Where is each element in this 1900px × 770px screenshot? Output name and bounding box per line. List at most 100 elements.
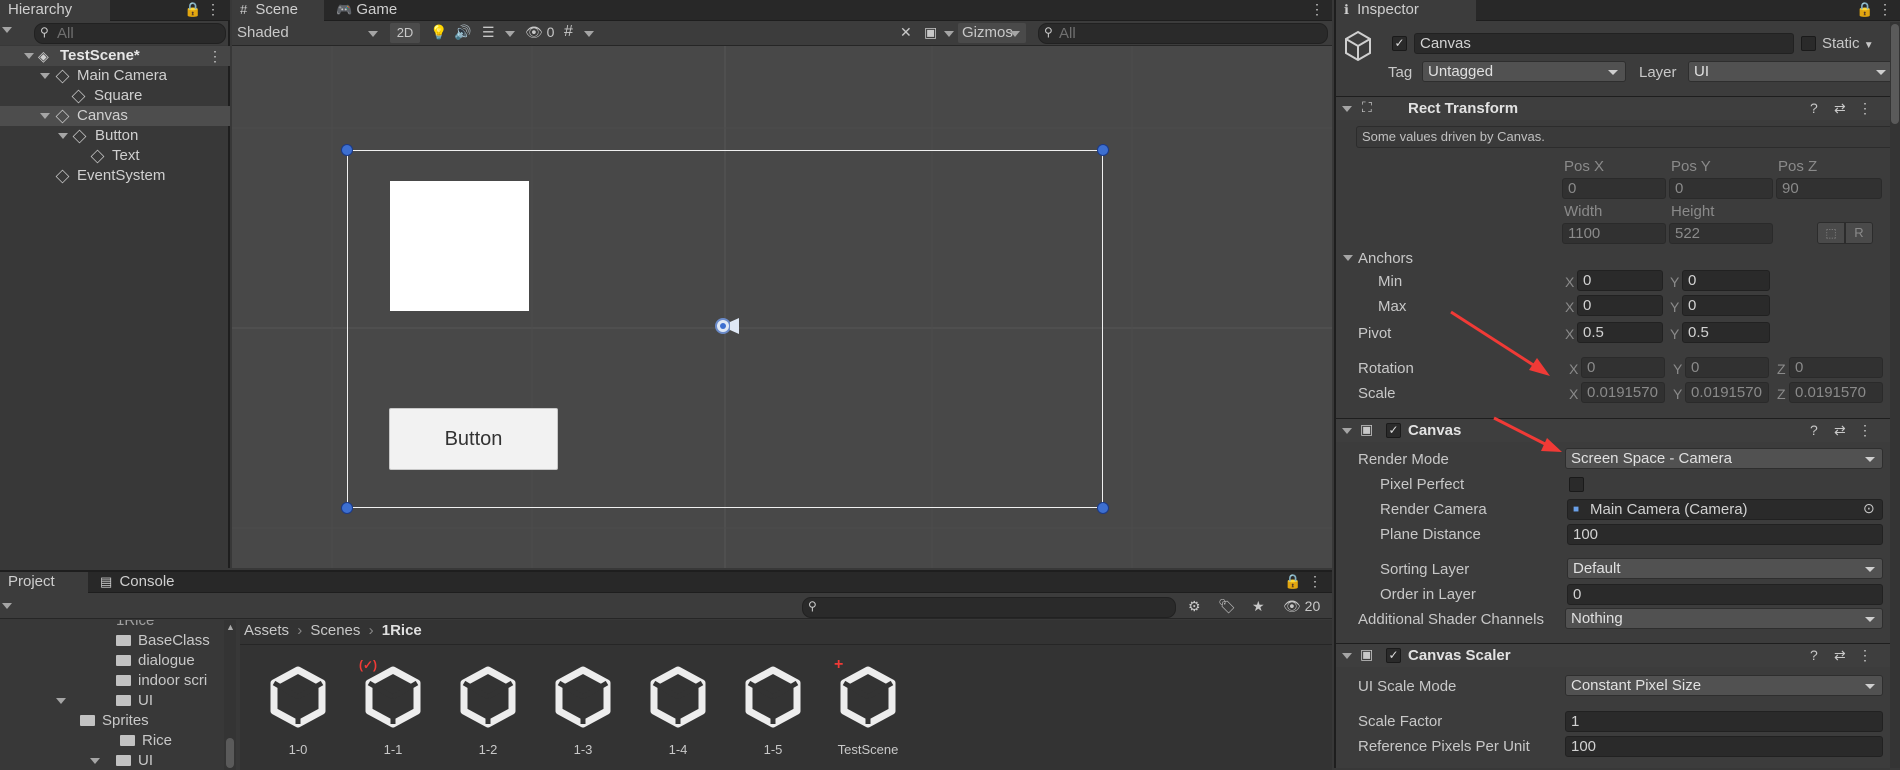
rect-handle-bottom-right[interactable] xyxy=(1097,502,1109,514)
expand-icon[interactable] xyxy=(56,698,66,704)
tools-icon[interactable]: ✕ xyxy=(900,24,912,41)
reference-ppu-field[interactable]: 100 xyxy=(1565,736,1883,757)
sorting-layer-dropdown[interactable]: Default xyxy=(1567,558,1883,579)
help-icon[interactable]: ? xyxy=(1810,100,1818,116)
pivot-y-field[interactable]: 0.5 xyxy=(1682,322,1770,343)
chevron-down-icon[interactable] xyxy=(1010,31,1020,37)
canvas-enabled-checkbox[interactable]: ✓ xyxy=(1386,423,1401,438)
grid-snap-icon[interactable]: # xyxy=(564,23,573,41)
more-menu-icon[interactable]: ⋮ xyxy=(1310,1,1324,18)
anchor-min-x-field[interactable]: 0 xyxy=(1577,270,1663,291)
favorites-star-icon[interactable]: ★ xyxy=(1252,598,1265,615)
more-menu-icon[interactable]: ⋮ xyxy=(1878,1,1892,18)
render-mode-dropdown[interactable]: Screen Space - Camera xyxy=(1565,448,1883,469)
preset-icon[interactable]: ⇄ xyxy=(1834,100,1846,117)
hidden-packages-toggle[interactable]: 👁 20 xyxy=(1283,598,1320,615)
tree-item-ui[interactable]: UI xyxy=(116,692,153,709)
canvas-scaler-enabled-checkbox[interactable]: ✓ xyxy=(1386,648,1401,663)
object-name-field[interactable]: Canvas xyxy=(1414,33,1794,54)
breadcrumb-1rice[interactable]: 1Rice xyxy=(382,622,422,639)
anchor-max-x-field[interactable]: 0 xyxy=(1577,295,1663,316)
more-menu-icon[interactable]: ⋮ xyxy=(208,46,222,66)
lock-icon[interactable]: 🔒 xyxy=(1284,573,1301,590)
audio-toggle-icon[interactable]: 🔊 xyxy=(454,24,471,41)
canvas-component-header[interactable]: ▣ ✓ Canvas ? ⇄ ⋮ xyxy=(1336,418,1900,442)
breadcrumb-scenes[interactable]: Scenes xyxy=(310,622,360,639)
square-sprite[interactable] xyxy=(390,181,529,311)
tab-inspector[interactable]: ℹ Inspector xyxy=(1336,0,1476,21)
render-camera-field[interactable]: Main Camera (Camera) xyxy=(1567,499,1883,520)
scene-search-input[interactable]: All xyxy=(1038,23,1328,44)
scale-factor-field[interactable]: 1 xyxy=(1565,711,1883,732)
shading-mode-dropdown[interactable]: Shaded xyxy=(232,22,382,44)
preset-icon[interactable]: ⇄ xyxy=(1834,422,1846,439)
hierarchy-item-button[interactable]: Button xyxy=(0,126,230,146)
hierarchy-item-square[interactable]: Square xyxy=(0,86,230,106)
pivot-x-field[interactable]: 0.5 xyxy=(1577,322,1663,343)
tree-item-baseclass[interactable]: BaseClass xyxy=(116,632,210,649)
object-picker-icon[interactable]: ⊙ xyxy=(1863,500,1875,517)
rect-handle-top-left[interactable] xyxy=(341,144,353,156)
lock-icon[interactable]: 🔒 xyxy=(1856,1,1873,18)
inspector-scrollbar[interactable] xyxy=(1890,22,1900,768)
asset-tile[interactable]: 1-0 xyxy=(258,664,338,764)
raw-edit-button[interactable]: R xyxy=(1845,222,1873,244)
search-by-label-icon[interactable]: 🏷 xyxy=(1218,598,1236,615)
more-menu-icon[interactable]: ⋮ xyxy=(1858,100,1872,117)
more-menu-icon[interactable]: ⋮ xyxy=(1858,422,1872,439)
breadcrumb-assets[interactable]: Assets xyxy=(244,622,289,639)
tree-item-indoor-scripts[interactable]: indoor scri xyxy=(116,672,207,689)
more-menu-icon[interactable]: ⋮ xyxy=(1308,573,1322,590)
camera-settings-icon[interactable]: ▣ xyxy=(924,24,937,41)
asset-tile[interactable]: 1-3 xyxy=(543,664,623,764)
tree-item-sprites[interactable]: Sprites xyxy=(80,712,149,729)
scene-viewport[interactable]: Button xyxy=(232,46,1332,568)
hierarchy-item-eventsystem[interactable]: EventSystem xyxy=(0,166,230,186)
asset-tile[interactable]: 1-2 xyxy=(448,664,528,764)
layer-dropdown[interactable]: UI xyxy=(1688,61,1894,82)
tab-game[interactable]: 🎮 Game xyxy=(328,0,418,21)
ui-scale-mode-dropdown[interactable]: Constant Pixel Size xyxy=(1565,675,1883,696)
order-in-layer-field[interactable]: 0 xyxy=(1567,584,1883,605)
tree-item-ui-sprites[interactable]: UI xyxy=(116,752,153,769)
asset-tile[interactable]: 1-5 xyxy=(733,664,813,764)
anchor-max-y-field[interactable]: 0 xyxy=(1682,295,1770,316)
tab-hierarchy[interactable]: Hierarchy xyxy=(0,0,110,21)
project-search-input[interactable] xyxy=(802,597,1176,618)
chevron-down-icon[interactable] xyxy=(2,603,12,609)
toggle-2d-button[interactable]: 2D xyxy=(390,23,420,43)
hierarchy-search-input[interactable]: All xyxy=(34,23,226,44)
blueprint-mode-button[interactable]: ⬚ xyxy=(1817,222,1845,244)
pixel-perfect-checkbox[interactable] xyxy=(1569,477,1584,492)
collapse-icon[interactable] xyxy=(1343,255,1353,261)
camera-gizmo-icon[interactable] xyxy=(712,315,740,337)
rect-handle-bottom-left[interactable] xyxy=(341,502,353,514)
static-checkbox[interactable] xyxy=(1801,36,1816,51)
hierarchy-item-main-camera[interactable]: Main Camera xyxy=(0,66,230,86)
static-dropdown[interactable]: Static ▼ xyxy=(1822,35,1874,52)
help-icon[interactable]: ? xyxy=(1810,647,1818,663)
lock-icon[interactable]: 🔒 xyxy=(184,1,201,18)
scene-visibility-toggle[interactable]: 👁 0 xyxy=(525,24,554,41)
anchor-min-y-field[interactable]: 0 xyxy=(1682,270,1770,291)
rect-transform-header[interactable]: ⛶ Rect Transform ? ⇄ ⋮ xyxy=(1336,96,1900,120)
create-dropdown[interactable] xyxy=(2,27,12,33)
help-icon[interactable]: ? xyxy=(1810,422,1818,438)
canvas-scaler-header[interactable]: ▣ ✓ Canvas Scaler ? ⇄ ⋮ xyxy=(1336,643,1900,667)
tree-scrollbar[interactable]: ▲ xyxy=(224,620,236,770)
more-menu-icon[interactable]: ⋮ xyxy=(206,1,220,18)
effects-toggle-icon[interactable]: ☰ xyxy=(482,24,495,41)
hierarchy-item-canvas[interactable]: Canvas xyxy=(0,106,230,126)
tree-item-rice[interactable]: Rice xyxy=(120,732,172,749)
hierarchy-scene-row[interactable]: ◈ TestScene* ⋮ xyxy=(0,46,230,66)
tag-dropdown[interactable]: Untagged xyxy=(1422,61,1626,82)
lighting-toggle-icon[interactable]: 💡 xyxy=(430,24,447,41)
chevron-down-icon[interactable] xyxy=(505,31,515,37)
tab-project[interactable]: Project xyxy=(0,572,88,593)
shader-channels-dropdown[interactable]: Nothing xyxy=(1565,608,1883,629)
tree-item-dialogue[interactable]: dialogue xyxy=(116,652,195,669)
asset-tile[interactable]: 1-1 (✓) xyxy=(353,658,433,764)
search-by-type-icon[interactable]: ⚙ xyxy=(1188,598,1201,615)
rect-handle-top-right[interactable] xyxy=(1097,144,1109,156)
active-checkbox[interactable]: ✓ xyxy=(1392,36,1407,51)
